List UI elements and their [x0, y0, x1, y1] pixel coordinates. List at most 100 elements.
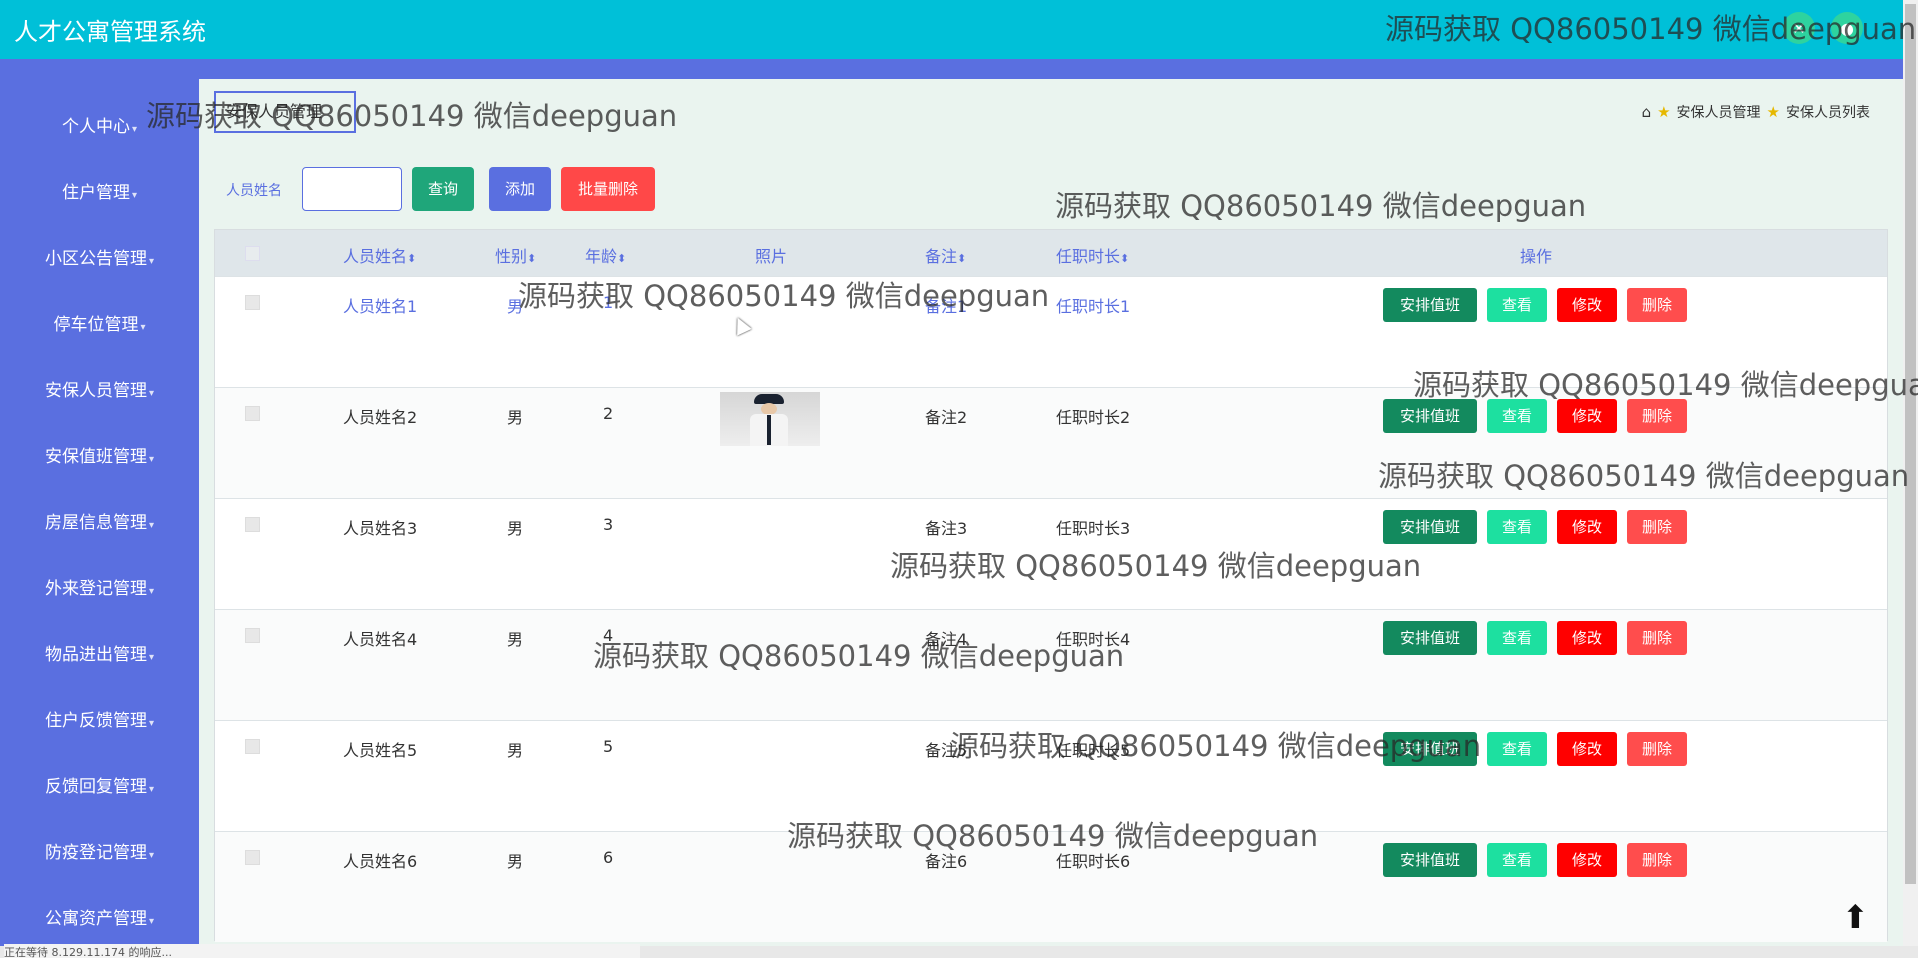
home-icon[interactable]: ⌂	[1642, 103, 1652, 121]
row-checkbox[interactable]	[245, 739, 260, 754]
sidebar-item-visitors[interactable]: 外来登记管理 ▾	[0, 569, 199, 609]
delete-button[interactable]: 删除	[1627, 732, 1687, 766]
delete-button[interactable]: 删除	[1627, 399, 1687, 433]
view-button[interactable]: 查看	[1487, 399, 1547, 433]
view-button[interactable]: 查看	[1487, 510, 1547, 544]
edit-button[interactable]: 修改	[1557, 621, 1617, 655]
sort-icon: ⬍	[407, 252, 417, 265]
cell-gender: 男	[507, 408, 524, 427]
edit-button[interactable]: 修改	[1557, 843, 1617, 877]
column-header-name[interactable]: 人员姓名⬍	[343, 243, 416, 267]
breadcrumb-item: 安保人员列表	[1786, 105, 1870, 121]
watermark: 源码获取 QQ86050149 微信deepguan	[1055, 189, 1587, 223]
cell-gender: 男	[507, 741, 524, 760]
chevron-down-icon: ▾	[148, 388, 155, 399]
row-checkbox[interactable]	[245, 850, 260, 865]
close-icon[interactable]: ✕	[1783, 12, 1815, 44]
sidebar-item-security-staff[interactable]: 安保人员管理 ▾	[0, 371, 199, 411]
sidebar-item-residents[interactable]: 住户管理 ▾	[0, 173, 199, 213]
view-button[interactable]: 查看	[1487, 732, 1547, 766]
table-row: 人员姓名6 男 6 备注6 任职时长6 安排值班 查看 修改 删除	[215, 831, 1887, 942]
schedule-duty-button[interactable]: 安排值班	[1383, 510, 1477, 544]
breadcrumb-item[interactable]: 安保人员管理	[1677, 102, 1761, 122]
sidebar-item-epidemic[interactable]: 防疫登记管理 ▾	[0, 833, 199, 873]
row-checkbox[interactable]	[245, 295, 260, 310]
column-header-gender[interactable]: 性别⬍	[495, 243, 536, 267]
table-row: 人员姓名4 男 4 备注4 任职时长4 安排值班 查看 修改 删除	[215, 609, 1887, 720]
cell-age: 3	[603, 515, 614, 534]
schedule-duty-button[interactable]: 安排值班	[1383, 288, 1477, 322]
status-text: 正在等待 8.129.11.174 的响应...	[4, 944, 640, 958]
cell-age: 5	[603, 737, 614, 756]
table-header: 人员姓名⬍ 性别⬍ 年龄⬍ 照片 备注⬍ 任职时长⬍ 操作	[215, 230, 1887, 276]
chevron-down-icon: ▾	[131, 190, 138, 201]
cell-age: 2	[603, 404, 614, 423]
sidebar-item-goods[interactable]: 物品进出管理 ▾	[0, 635, 199, 675]
add-button[interactable]: 添加	[489, 167, 551, 211]
schedule-duty-button[interactable]: 安排值班	[1383, 732, 1477, 766]
row-checkbox[interactable]	[245, 517, 260, 532]
header-icons: ✕ ●	[1783, 12, 1863, 44]
sidebar-item-personal-center[interactable]: 个人中心 ▾	[0, 107, 199, 147]
row-checkbox[interactable]	[245, 406, 260, 421]
schedule-duty-button[interactable]: 安排值班	[1383, 621, 1477, 655]
cell-tenure: 任职时长5	[1056, 741, 1131, 760]
page-scrollbar[interactable]	[1903, 0, 1918, 946]
sidebar-item-notices[interactable]: 小区公告管理 ▾	[0, 239, 199, 279]
breadcrumb: ⌂ ★ 安保人员管理 ★ 安保人员列表	[1642, 102, 1870, 122]
column-header-photo: 照片	[755, 247, 788, 266]
column-header-tenure[interactable]: 任职时长⬍	[1056, 243, 1129, 267]
view-button[interactable]: 查看	[1487, 621, 1547, 655]
app-title: 人才公寓管理系统	[14, 18, 206, 46]
edit-button[interactable]: 修改	[1557, 732, 1617, 766]
edit-button[interactable]: 修改	[1557, 288, 1617, 322]
edit-button[interactable]: 修改	[1557, 399, 1617, 433]
edit-button[interactable]: 修改	[1557, 510, 1617, 544]
cell-name: 人员姓名1	[343, 297, 418, 316]
staff-photo[interactable]	[720, 392, 820, 446]
star-icon: ★	[1657, 103, 1671, 121]
chevron-down-icon: ▾	[148, 784, 155, 795]
page-title: 安保人员管理	[214, 91, 356, 133]
cell-age: 4	[603, 626, 614, 645]
column-header-remark[interactable]: 备注⬍	[925, 243, 966, 267]
sidebar-item-parking[interactable]: 停车位管理 ▾	[0, 305, 199, 345]
sort-icon: ⬍	[527, 252, 537, 265]
sidebar-item-feedback-reply[interactable]: 反馈回复管理 ▾	[0, 767, 199, 807]
search-label: 人员姓名	[226, 183, 282, 199]
delete-button[interactable]: 删除	[1627, 843, 1687, 877]
query-button[interactable]: 查询	[412, 167, 474, 211]
schedule-duty-button[interactable]: 安排值班	[1383, 399, 1477, 433]
back-to-top-icon[interactable]: ⬆	[1842, 898, 1869, 936]
sidebar: 个人中心 ▾ 住户管理 ▾ 小区公告管理 ▾ 停车位管理 ▾ 安保人员管理 ▾ 安保值班管…	[0, 59, 199, 946]
select-all-checkbox[interactable]	[245, 246, 260, 261]
user-icon[interactable]: ●	[1831, 12, 1863, 44]
row-checkbox[interactable]	[245, 628, 260, 643]
cell-remark: 备注5	[925, 741, 968, 760]
chevron-down-icon: ▾	[148, 520, 155, 531]
view-button[interactable]: 查看	[1487, 288, 1547, 322]
scrollbar-thumb[interactable]	[1905, 4, 1916, 884]
cell-gender: 男	[507, 630, 524, 649]
column-header-age[interactable]: 年龄⬍	[585, 243, 626, 267]
cell-age: 1	[603, 293, 614, 312]
delete-button[interactable]: 删除	[1627, 621, 1687, 655]
sidebar-item-feedback[interactable]: 住户反馈管理 ▾	[0, 701, 199, 741]
sidebar-item-housing[interactable]: 房屋信息管理 ▾	[0, 503, 199, 543]
table-row: 人员姓名3 男 3 备注3 任职时长3 安排值班 查看 修改 删除	[215, 498, 1887, 609]
cell-tenure: 任职时长4	[1056, 630, 1131, 649]
column-header-actions: 操作	[1520, 247, 1553, 266]
schedule-duty-button[interactable]: 安排值班	[1383, 843, 1477, 877]
cell-age: 6	[603, 848, 614, 867]
table-row: 人员姓名1 男 1 备注1 任职时长1 安排值班 查看 修改 删除	[215, 276, 1887, 387]
search-input[interactable]	[302, 167, 402, 211]
cell-name: 人员姓名6	[343, 852, 418, 871]
delete-button[interactable]: 删除	[1627, 510, 1687, 544]
delete-button[interactable]: 删除	[1627, 288, 1687, 322]
batch-delete-button[interactable]: 批量删除	[561, 167, 655, 211]
sidebar-item-security-duty[interactable]: 安保值班管理 ▾	[0, 437, 199, 477]
cell-name: 人员姓名2	[343, 408, 418, 427]
view-button[interactable]: 查看	[1487, 843, 1547, 877]
cell-remark: 备注3	[925, 519, 968, 538]
sidebar-item-assets[interactable]: 公寓资产管理 ▾	[0, 899, 199, 939]
